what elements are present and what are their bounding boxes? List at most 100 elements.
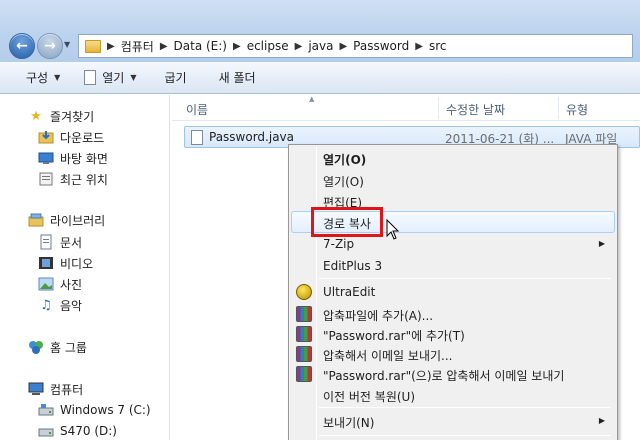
menu-item-editplus[interactable]: EditPlus 3 bbox=[291, 255, 615, 277]
new-folder-button[interactable]: 새 폴더 bbox=[211, 66, 264, 90]
menu-item-label: 압축파일에 추가(A)... bbox=[323, 309, 434, 323]
nav-documents[interactable]: 문서 bbox=[38, 232, 82, 252]
address-bar[interactable]: ▶ 컴퓨터 ▶ Data (E:) ▶ eclipse ▶ java ▶ Pas… bbox=[78, 34, 633, 58]
nav-videos[interactable]: 비디오 bbox=[38, 253, 93, 273]
music-note-icon: ♫ bbox=[40, 297, 52, 313]
nav-downloads[interactable]: 다운로드 bbox=[38, 127, 104, 147]
winrar-icon bbox=[296, 346, 312, 362]
column-header-row: ▲ 이름 수정한 날짜 유형 bbox=[172, 95, 640, 121]
nav-desktop[interactable]: 바탕 화면 bbox=[38, 148, 108, 168]
menu-item-send-to[interactable]: 보내기(N) ▶ bbox=[291, 404, 615, 430]
java-file-icon bbox=[191, 130, 203, 145]
library-icon bbox=[28, 212, 44, 228]
breadcrumb-eclipse[interactable]: eclipse bbox=[247, 39, 289, 53]
nav-pictures[interactable]: 사진 bbox=[38, 274, 82, 294]
menu-item-label: 열기(O) bbox=[323, 153, 367, 167]
nav-computer-label: 컴퓨터 bbox=[50, 382, 84, 397]
title-bar: ← → ▼ ▶ 컴퓨터 ▶ Data (E:) ▶ eclipse ▶ java… bbox=[0, 0, 640, 62]
nav-recent-label: 최근 위치 bbox=[60, 172, 108, 187]
organize-label: 구성 bbox=[26, 71, 49, 85]
open-button[interactable]: 열기 ▼ bbox=[76, 66, 144, 90]
column-divider[interactable] bbox=[438, 97, 439, 119]
desktop-icon bbox=[38, 150, 54, 166]
nav-documents-label: 문서 bbox=[60, 235, 83, 250]
winrar-icon bbox=[296, 306, 312, 322]
nav-drive-d[interactable]: S470 (D:) bbox=[38, 421, 117, 440]
column-type[interactable]: 유형 bbox=[566, 101, 588, 118]
context-menu: 열기(O) 열기(O) 편집(E) 경로 복사 7-Zip ▶ EditPlus… bbox=[288, 144, 618, 440]
nav-computer[interactable]: 컴퓨터 bbox=[28, 379, 83, 399]
breadcrumb-separator-icon[interactable]: ▶ bbox=[339, 41, 347, 52]
downloads-folder-icon bbox=[38, 129, 54, 145]
nav-desktop-label: 바탕 화면 bbox=[60, 151, 108, 166]
breadcrumb-separator-icon[interactable]: ▶ bbox=[107, 41, 115, 52]
computer-icon bbox=[28, 381, 44, 397]
breadcrumb-java[interactable]: java bbox=[308, 39, 333, 53]
menu-item-label: UltraEdit bbox=[323, 285, 376, 299]
back-button[interactable]: ← bbox=[9, 33, 35, 59]
menu-item-restore-previous[interactable]: 이전 버전 복원(U) bbox=[291, 384, 615, 406]
breadcrumb-data-drive[interactable]: Data (E:) bbox=[174, 39, 227, 53]
nav-drive-c-label: Windows 7 (C:) bbox=[60, 403, 151, 417]
menu-item-label: "Password.rar"(으)로 압축해서 이메일 보내기 bbox=[323, 369, 565, 383]
breadcrumb-separator-icon[interactable]: ▶ bbox=[233, 41, 241, 52]
homegroup-icon bbox=[28, 339, 44, 355]
breadcrumb-computer[interactable]: 컴퓨터 bbox=[121, 38, 154, 55]
sort-up-icon: ▲ bbox=[309, 95, 315, 103]
file-name: Password.java bbox=[209, 130, 295, 144]
nav-downloads-label: 다운로드 bbox=[60, 130, 105, 145]
winrar-icon bbox=[296, 326, 312, 342]
video-icon bbox=[38, 255, 54, 271]
forward-button[interactable]: → bbox=[37, 33, 63, 59]
burn-label: 굽기 bbox=[164, 71, 187, 85]
menu-item-open[interactable]: 열기(O) bbox=[291, 169, 615, 191]
nav-homegroup[interactable]: 홈 그룹 bbox=[28, 337, 87, 357]
nav-drive-c[interactable]: Windows 7 (C:) bbox=[38, 400, 151, 420]
menu-item-compress-email[interactable]: 압축해서 이메일 보내기... bbox=[291, 343, 615, 365]
nav-favorites[interactable]: ★ 즐겨찾기 bbox=[28, 106, 94, 126]
breadcrumb-separator-icon[interactable]: ▶ bbox=[160, 41, 168, 52]
organize-button[interactable]: 구성 ▼ bbox=[18, 66, 68, 90]
chevron-down-icon: ▼ bbox=[54, 73, 61, 82]
menu-item-ultraedit[interactable]: UltraEdit bbox=[291, 281, 615, 303]
documents-icon bbox=[38, 234, 54, 250]
nav-recent[interactable]: 최근 위치 bbox=[38, 169, 108, 189]
menu-item-label: "Password.rar"에 추가(T) bbox=[323, 329, 465, 343]
menu-item-label: 보내기(N) bbox=[323, 416, 375, 430]
column-divider[interactable] bbox=[558, 97, 559, 119]
folder-icon bbox=[85, 39, 101, 53]
open-label: 열기 bbox=[102, 71, 125, 85]
nav-music-label: 음악 bbox=[60, 298, 83, 313]
recent-pages-dropdown[interactable]: ▼ bbox=[64, 40, 76, 54]
new-folder-label: 새 폴더 bbox=[218, 71, 256, 85]
menu-item-compress-rar-email[interactable]: "Password.rar"(으)로 압축해서 이메일 보내기 bbox=[291, 363, 615, 385]
nav-videos-label: 비디오 bbox=[60, 256, 94, 271]
menu-item-label: 이전 버전 복원(U) bbox=[323, 390, 416, 404]
column-name[interactable]: 이름 bbox=[186, 101, 208, 118]
submenu-arrow-icon: ▶ bbox=[598, 416, 605, 425]
nav-libraries-label: 라이브러리 bbox=[50, 213, 106, 228]
drive-icon bbox=[38, 402, 54, 418]
nav-music[interactable]: ♫ 음악 bbox=[38, 295, 82, 315]
burn-button[interactable]: 굽기 bbox=[157, 66, 195, 90]
menu-item-open-default[interactable]: 열기(O) bbox=[291, 147, 615, 169]
menu-item-add-to-archive[interactable]: 압축파일에 추가(A)... bbox=[291, 303, 615, 325]
column-date[interactable]: 수정한 날짜 bbox=[446, 101, 505, 118]
breadcrumb-src[interactable]: src bbox=[429, 39, 447, 53]
menu-item-add-to-rar[interactable]: "Password.rar"에 추가(T) bbox=[291, 323, 615, 345]
nav-libraries[interactable]: 라이브러리 bbox=[28, 210, 105, 230]
menu-item-label: 7-Zip bbox=[323, 237, 355, 251]
breadcrumb-password[interactable]: Password bbox=[353, 39, 409, 53]
navigation-pane: ★ 즐겨찾기 다운로드 바탕 화면 최근 위치 라이브러리 문서 비디오 사진 … bbox=[0, 95, 170, 440]
menu-item-label: EditPlus 3 bbox=[323, 259, 383, 273]
breadcrumb-separator-icon[interactable]: ▶ bbox=[295, 41, 303, 52]
pictures-icon bbox=[38, 276, 54, 292]
ultraedit-icon bbox=[296, 284, 312, 300]
mouse-pointer-icon bbox=[386, 219, 400, 240]
breadcrumb-separator-icon[interactable]: ▶ bbox=[415, 41, 423, 52]
forward-arrow-icon: → bbox=[44, 38, 56, 54]
recent-places-icon bbox=[38, 171, 54, 187]
chevron-down-icon: ▼ bbox=[130, 73, 137, 82]
menu-item-label: 압축해서 이메일 보내기... bbox=[323, 349, 453, 363]
winrar-icon bbox=[296, 366, 312, 382]
